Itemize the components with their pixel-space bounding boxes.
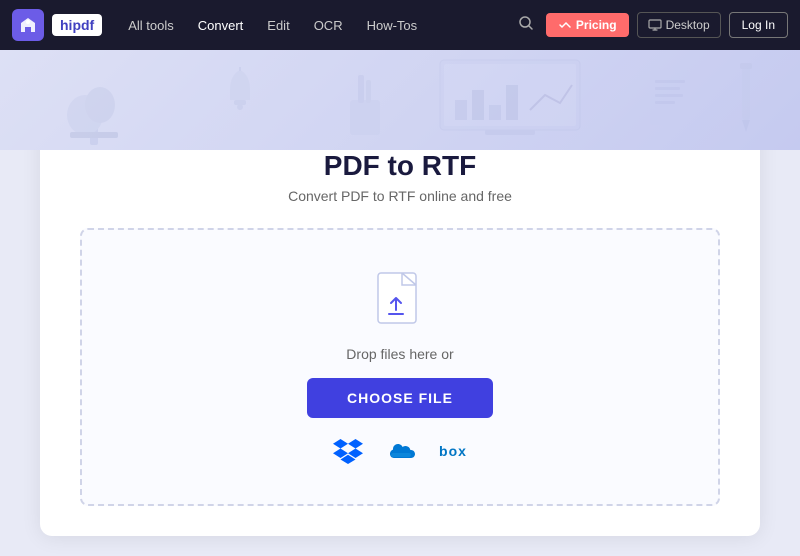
drop-zone[interactable]: Drop files here or CHOOSE FILE <box>80 228 720 506</box>
nav-all-tools[interactable]: All tools <box>118 12 184 39</box>
converter-card: PDF to RTF Convert PDF to RTF online and… <box>40 120 760 536</box>
drop-text: Drop files here or <box>346 346 453 362</box>
main-content: PDF to RTF Convert PDF to RTF online and… <box>0 150 800 556</box>
nav-convert[interactable]: Convert <box>188 12 254 39</box>
login-button[interactable]: Log In <box>729 12 788 38</box>
box-icon[interactable]: box <box>439 443 467 459</box>
hipdf-label: hipdf <box>60 17 94 33</box>
nav-links: All tools Convert Edit OCR How-Tos <box>118 12 514 39</box>
hipdf-logo[interactable]: hipdf <box>52 14 102 36</box>
onedrive-icon[interactable] <box>383 438 419 464</box>
navbar: hipdf All tools Convert Edit OCR How-Tos… <box>0 0 800 50</box>
pricing-button[interactable]: Pricing <box>546 13 629 37</box>
cloud-storage-icons: box <box>333 438 467 464</box>
dropbox-icon[interactable] <box>333 438 363 464</box>
choose-file-button[interactable]: CHOOSE FILE <box>307 378 493 418</box>
nav-right: Pricing Desktop Log In <box>514 11 788 40</box>
nav-ocr[interactable]: OCR <box>304 12 353 39</box>
desktop-button[interactable]: Desktop <box>637 12 721 38</box>
search-icon[interactable] <box>514 11 538 40</box>
hero-decorations <box>0 50 800 150</box>
page-title: PDF to RTF <box>80 150 720 182</box>
nav-how-tos[interactable]: How-Tos <box>357 12 428 39</box>
wondershare-logo[interactable] <box>12 9 44 41</box>
nav-edit[interactable]: Edit <box>257 12 299 39</box>
page-subtitle: Convert PDF to RTF online and free <box>80 188 720 204</box>
upload-icon <box>375 270 425 330</box>
brand: hipdf <box>12 9 102 41</box>
hero-background <box>0 50 800 150</box>
